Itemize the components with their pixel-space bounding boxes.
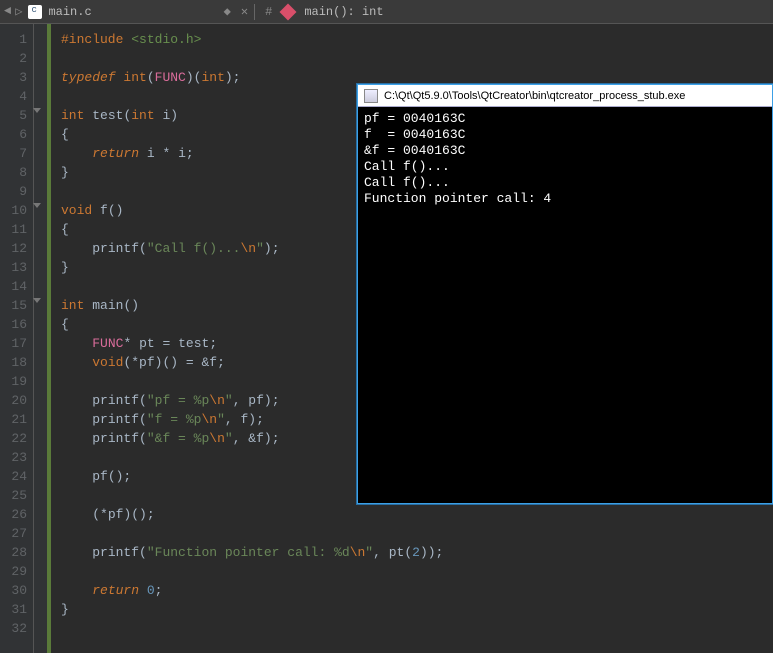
line-number: 20: [4, 391, 27, 410]
bookmark-icon: [280, 3, 297, 20]
line-number: 24: [4, 467, 27, 486]
code-line[interactable]: (*pf)();: [61, 505, 773, 524]
symbol-label[interactable]: main(): int: [304, 5, 383, 19]
nav-back-icon[interactable]: ◄: [4, 4, 11, 19]
code-line[interactable]: return 0;: [61, 581, 773, 600]
line-number: 31: [4, 600, 27, 619]
line-number: 11: [4, 220, 27, 239]
fold-icon[interactable]: [33, 298, 41, 303]
line-number: 9: [4, 182, 27, 201]
line-number: 12: [4, 239, 27, 258]
line-number: 14: [4, 277, 27, 296]
code-line[interactable]: [61, 524, 773, 543]
line-number: 1: [4, 30, 27, 49]
line-number: 2: [4, 49, 27, 68]
line-number: 21: [4, 410, 27, 429]
line-number: 30: [4, 581, 27, 600]
line-number: 22: [4, 429, 27, 448]
line-number: 19: [4, 372, 27, 391]
fold-icon[interactable]: [33, 203, 41, 208]
app-icon: [364, 89, 378, 103]
line-number: 17: [4, 334, 27, 353]
console-window[interactable]: C:\Qt\Qt5.9.0\Tools\QtCreator\bin\qtcrea…: [357, 84, 773, 504]
fold-icon[interactable]: [33, 108, 41, 113]
line-number: 15: [4, 296, 27, 315]
console-output: pf = 0040163C f = 0040163C &f = 0040163C…: [358, 107, 772, 503]
code-line[interactable]: [61, 619, 773, 638]
line-number: 4: [4, 87, 27, 106]
line-number: 23: [4, 448, 27, 467]
nav-arrows[interactable]: ◄ ▷: [4, 4, 22, 19]
code-line[interactable]: [61, 562, 773, 581]
line-number: 5: [4, 106, 27, 125]
line-number: 13: [4, 258, 27, 277]
toolbar: ◄ ▷ main.c ◆ ✕ # main(): int: [0, 0, 773, 24]
line-number: 28: [4, 543, 27, 562]
code-line[interactable]: }: [61, 600, 773, 619]
code-line[interactable]: [61, 49, 773, 68]
line-number: 27: [4, 524, 27, 543]
code-line[interactable]: #include <stdio.h>: [61, 30, 773, 49]
nav-fwd-icon[interactable]: ▷: [15, 4, 22, 19]
line-gutter: 1234567891011121314151617181920212223242…: [0, 24, 34, 653]
filename[interactable]: main.c: [48, 5, 91, 19]
line-number: 16: [4, 315, 27, 334]
fold-bar: [34, 24, 48, 653]
line-number: 18: [4, 353, 27, 372]
line-number: 32: [4, 619, 27, 638]
line-number: 3: [4, 68, 27, 87]
console-title: C:\Qt\Qt5.9.0\Tools\QtCreator\bin\qtcrea…: [384, 90, 685, 102]
close-icon[interactable]: ✕: [241, 4, 248, 19]
line-number: 29: [4, 562, 27, 581]
line-number: 6: [4, 125, 27, 144]
line-number: 10: [4, 201, 27, 220]
hash-icon: #: [265, 5, 272, 19]
line-number: 26: [4, 505, 27, 524]
line-number: 25: [4, 486, 27, 505]
console-titlebar[interactable]: C:\Qt\Qt5.9.0\Tools\QtCreator\bin\qtcrea…: [358, 85, 772, 107]
line-number: 8: [4, 163, 27, 182]
dropdown-icon[interactable]: ◆: [224, 4, 231, 19]
separator: [254, 4, 255, 20]
code-line[interactable]: printf("Function pointer call: %d\n", pt…: [61, 543, 773, 562]
line-number: 7: [4, 144, 27, 163]
file-icon: [28, 5, 42, 19]
